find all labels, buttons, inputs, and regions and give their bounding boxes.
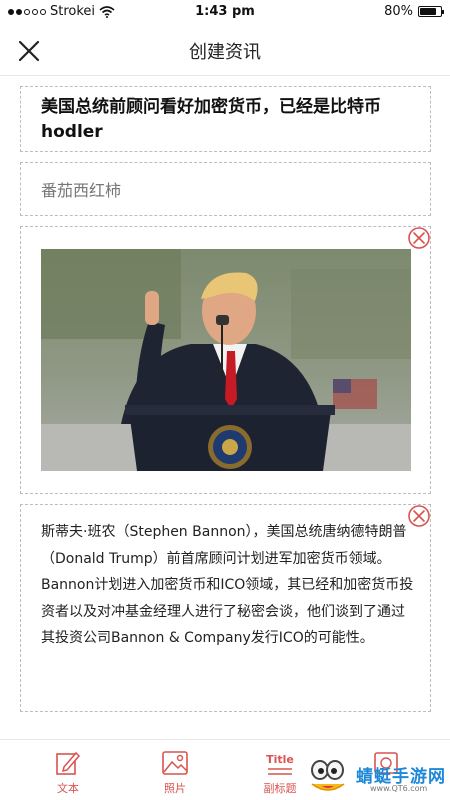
status-bar: Strokei 1:43 pm 80% bbox=[0, 0, 450, 24]
image-block[interactable] bbox=[20, 226, 431, 494]
body-text: 斯蒂夫·班农（Stephen Bannon），美国总统唐纳德特朗普（Donald… bbox=[41, 524, 414, 646]
close-icon[interactable] bbox=[14, 36, 44, 66]
battery-icon bbox=[418, 6, 444, 17]
delete-icon[interactable] bbox=[406, 225, 432, 251]
subtitle-icon-text: Title bbox=[266, 753, 294, 766]
add-subtitle-button[interactable]: Title 副标题 bbox=[250, 748, 310, 796]
editor-content: 美国总统前顾问看好加密货币，已经是比特币hodler 番茄西红柿 斯蒂夫·班农（… bbox=[20, 86, 431, 712]
add-photo-button[interactable]: 照片 bbox=[145, 748, 205, 796]
title-field[interactable]: 美国总统前顾问看好加密货币，已经是比特币hodler bbox=[20, 86, 431, 152]
subtitle-icon: Title bbox=[250, 748, 310, 776]
watermark-url: www.QT6.com bbox=[370, 784, 428, 793]
delete-icon[interactable] bbox=[406, 503, 432, 529]
photo-icon bbox=[162, 751, 188, 775]
watermark: 蜻蜓手游网 www.QT6.com bbox=[302, 748, 450, 800]
toolbar-label-text: 文本 bbox=[57, 782, 79, 795]
article-photo bbox=[41, 249, 411, 471]
text-block[interactable]: 斯蒂夫·班农（Stephen Bannon），美国总统唐纳德特朗普（Donald… bbox=[20, 504, 431, 712]
toolbar-label-subtitle: 副标题 bbox=[263, 782, 297, 795]
battery-status: 80% bbox=[384, 4, 444, 19]
edit-icon bbox=[56, 751, 81, 775]
add-text-button[interactable]: 文本 bbox=[38, 748, 98, 796]
status-time: 1:43 pm bbox=[195, 4, 255, 19]
toolbar-label-photo: 照片 bbox=[164, 782, 186, 795]
subtitle-field[interactable]: 番茄西红柿 bbox=[20, 162, 431, 216]
battery-percent: 80% bbox=[384, 4, 413, 19]
dragonfly-logo-icon bbox=[306, 752, 350, 796]
page-title: 创建资讯 bbox=[189, 42, 261, 63]
nav-bar: 创建资讯 bbox=[0, 24, 450, 76]
